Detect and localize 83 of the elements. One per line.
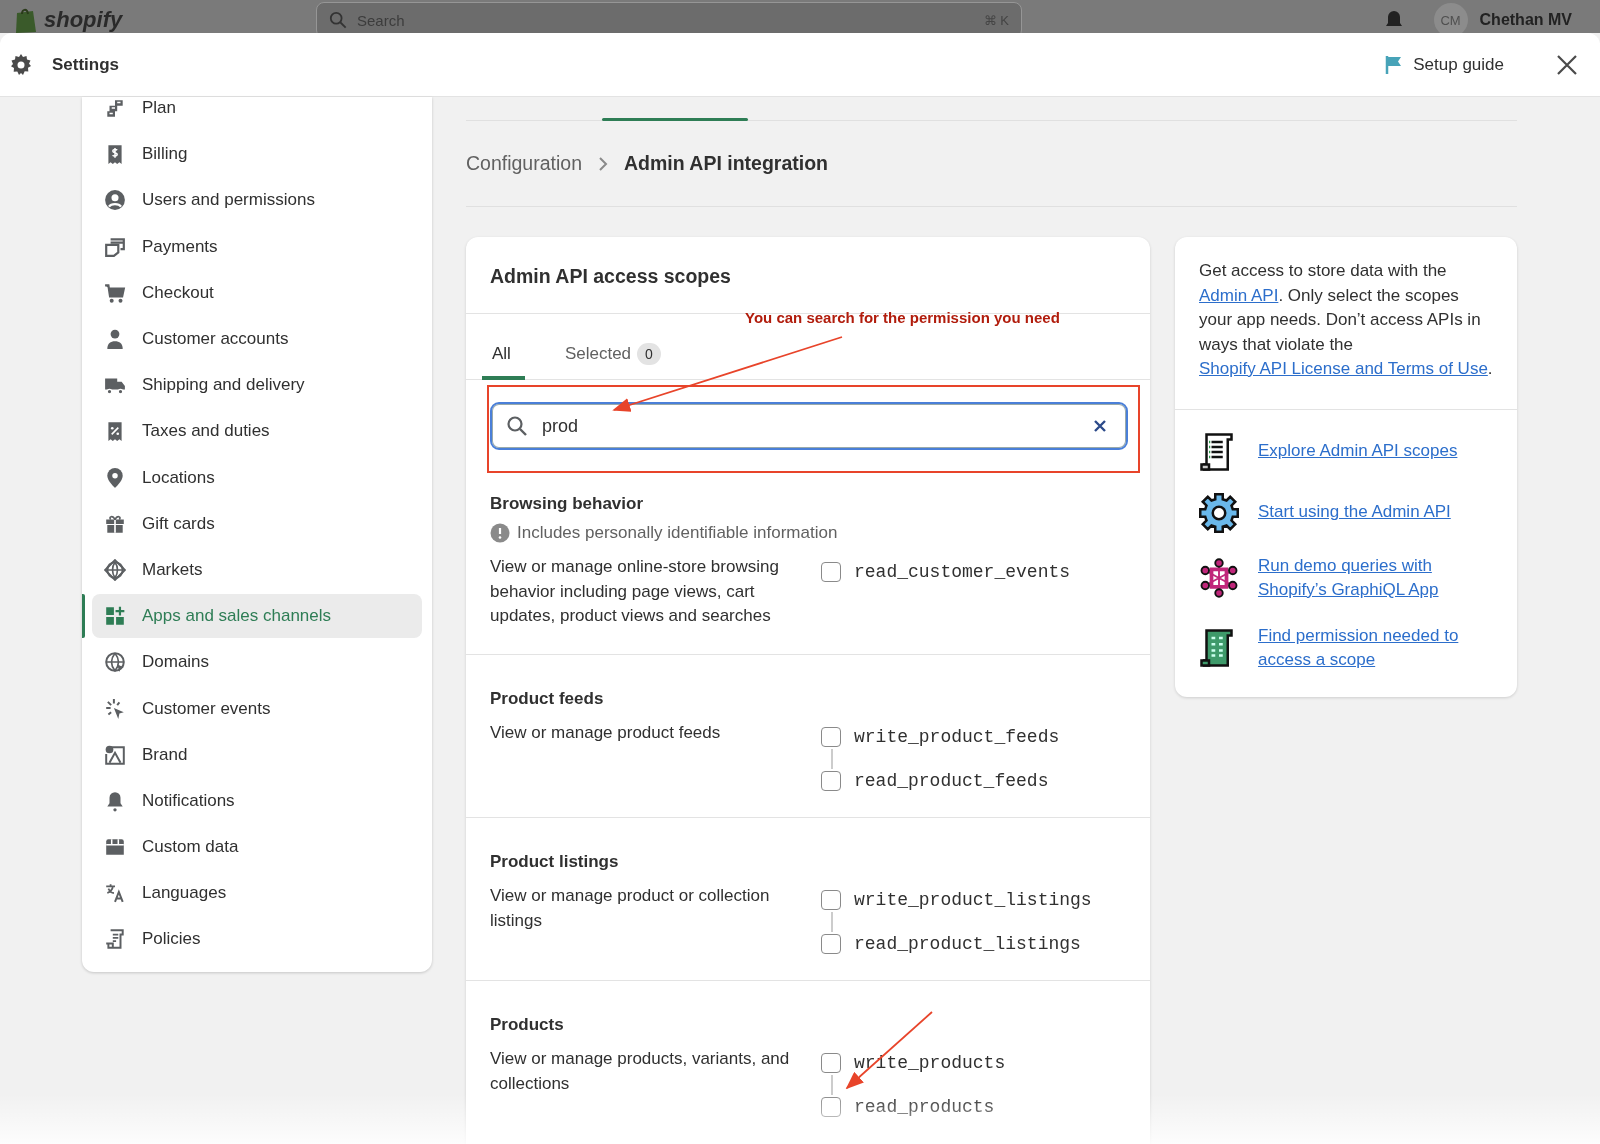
flag-icon: [1385, 54, 1404, 75]
cursor-icon: [104, 697, 126, 720]
close-icon: [1094, 420, 1106, 432]
sidebar-item[interactable]: Locations: [92, 454, 422, 501]
user-name[interactable]: Chethan MV: [1479, 11, 1572, 29]
clear-button[interactable]: [1092, 418, 1108, 434]
search-icon: [506, 415, 528, 437]
pin-icon: [104, 466, 126, 489]
breadcrumb-link[interactable]: Configuration: [466, 152, 582, 175]
translate-icon: [104, 882, 126, 905]
info-note: Includes personally identifiable information: [517, 523, 838, 543]
settings-icon: [9, 52, 33, 77]
search-icon: [329, 11, 347, 29]
search-field[interactable]: prod: [490, 402, 1128, 450]
sidebar-item[interactable]: Payments: [92, 223, 422, 270]
search-input[interactable]: prod: [542, 415, 1078, 437]
sidebar-item[interactable]: Customer accounts: [92, 315, 422, 363]
checkbox[interactable]: [821, 562, 841, 582]
resource-link[interactable]: Find permission needed to access a scope: [1258, 623, 1483, 673]
section-title: Products: [490, 1015, 565, 1035]
image-icon: [104, 743, 126, 766]
section-description: View or manage products, variants, and collections: [490, 1048, 791, 1095]
network-icon: [1199, 558, 1239, 598]
text-link[interactable]: Admin API: [1199, 285, 1279, 305]
sidebar-item[interactable]: Gift cards: [92, 500, 422, 547]
checkbox[interactable]: [821, 890, 841, 910]
section-title: Product feeds: [490, 689, 605, 709]
section-description: View or manage product or collection listings: [490, 885, 771, 932]
resource-link[interactable]: Run demo queries with Shopify’s GraphiQL App: [1258, 553, 1483, 603]
page-title: Admin API integration: [624, 152, 829, 175]
checkbox[interactable]: [821, 771, 841, 791]
scope-name: write_product_listings: [854, 890, 1092, 910]
chevron-right-icon: [598, 155, 608, 172]
sidebar-item[interactable]: Plan: [92, 97, 422, 132]
globe-icon: [104, 558, 126, 581]
tab[interactable]: All: [482, 332, 525, 380]
scope-name: read_product_feeds: [854, 771, 1049, 791]
resource-link[interactable]: Explore Admin API scopes: [1258, 439, 1458, 464]
card-icon: [104, 235, 126, 258]
person-icon: [104, 328, 126, 351]
sidebar-item[interactable]: Markets: [92, 546, 422, 594]
checkbox[interactable]: [821, 1053, 841, 1073]
window-title: Settings: [52, 54, 120, 75]
user-icon: [104, 189, 126, 212]
checkbox[interactable]: [821, 1097, 841, 1117]
bell-icon: [104, 789, 126, 812]
sidebar-item[interactable]: Brand: [92, 731, 422, 778]
logo-text: shopify: [44, 7, 123, 33]
tab[interactable]: Selected 0: [552, 332, 673, 380]
sidebar-item[interactable]: Policies: [92, 916, 422, 963]
sidebar-item[interactable]: Taxes and duties: [92, 408, 422, 455]
grid-plus-icon: [104, 605, 126, 628]
sidebar-item[interactable]: Checkout: [92, 269, 422, 316]
scope-name: write_product_feeds: [854, 727, 1060, 747]
sidebar-item[interactable]: Users and permissions: [92, 177, 422, 224]
text-link[interactable]: Shopify API License and Terms of Use: [1199, 359, 1488, 378]
info-icon: [490, 523, 510, 543]
checkbox[interactable]: [821, 727, 841, 747]
cart-icon: [104, 281, 126, 304]
close-icon: [1556, 53, 1578, 76]
globe-icon: [104, 651, 126, 674]
sidebar-item[interactable]: Shipping and delivery: [92, 362, 422, 409]
document-icon: [104, 928, 126, 951]
gear-icon: [1199, 492, 1239, 533]
sidebar-item[interactable]: Customer events: [92, 685, 422, 732]
scope-name: read_products: [854, 1097, 995, 1117]
section-description: View or manage product feeds: [490, 722, 722, 744]
sidebar-item[interactable]: Notifications: [92, 777, 422, 824]
checkbox[interactable]: [821, 934, 841, 954]
shopping-bag-icon: [14, 6, 38, 33]
sidebar-item[interactable]: Custom data: [92, 824, 422, 871]
sidebar-item[interactable]: Languages: [92, 870, 422, 917]
setup-guide-button[interactable]: Setup guide: [1381, 50, 1508, 79]
scope-name: read_product_listings: [854, 934, 1081, 954]
count-badge: 0: [637, 343, 661, 365]
section-title: Product listings: [490, 852, 620, 872]
section-description: View or manage online-store browsing behavior including page views, cart updates, product views and searches: [490, 556, 780, 627]
resource-link[interactable]: Start using the Admin API: [1258, 500, 1451, 525]
sidebar-item[interactable]: Domains: [92, 639, 422, 686]
sidebar-item[interactable]: Billing: [92, 131, 422, 178]
scope-name: read_customer_events: [854, 562, 1071, 582]
intro-paragraph: Get access to store data with the Admin API. Only select the scopes your app needs. Don’t access APIs in ways that violate the Shopify API License and Terms of Use.: [1175, 237, 1517, 410]
section-title: Browsing behavior: [490, 494, 645, 514]
